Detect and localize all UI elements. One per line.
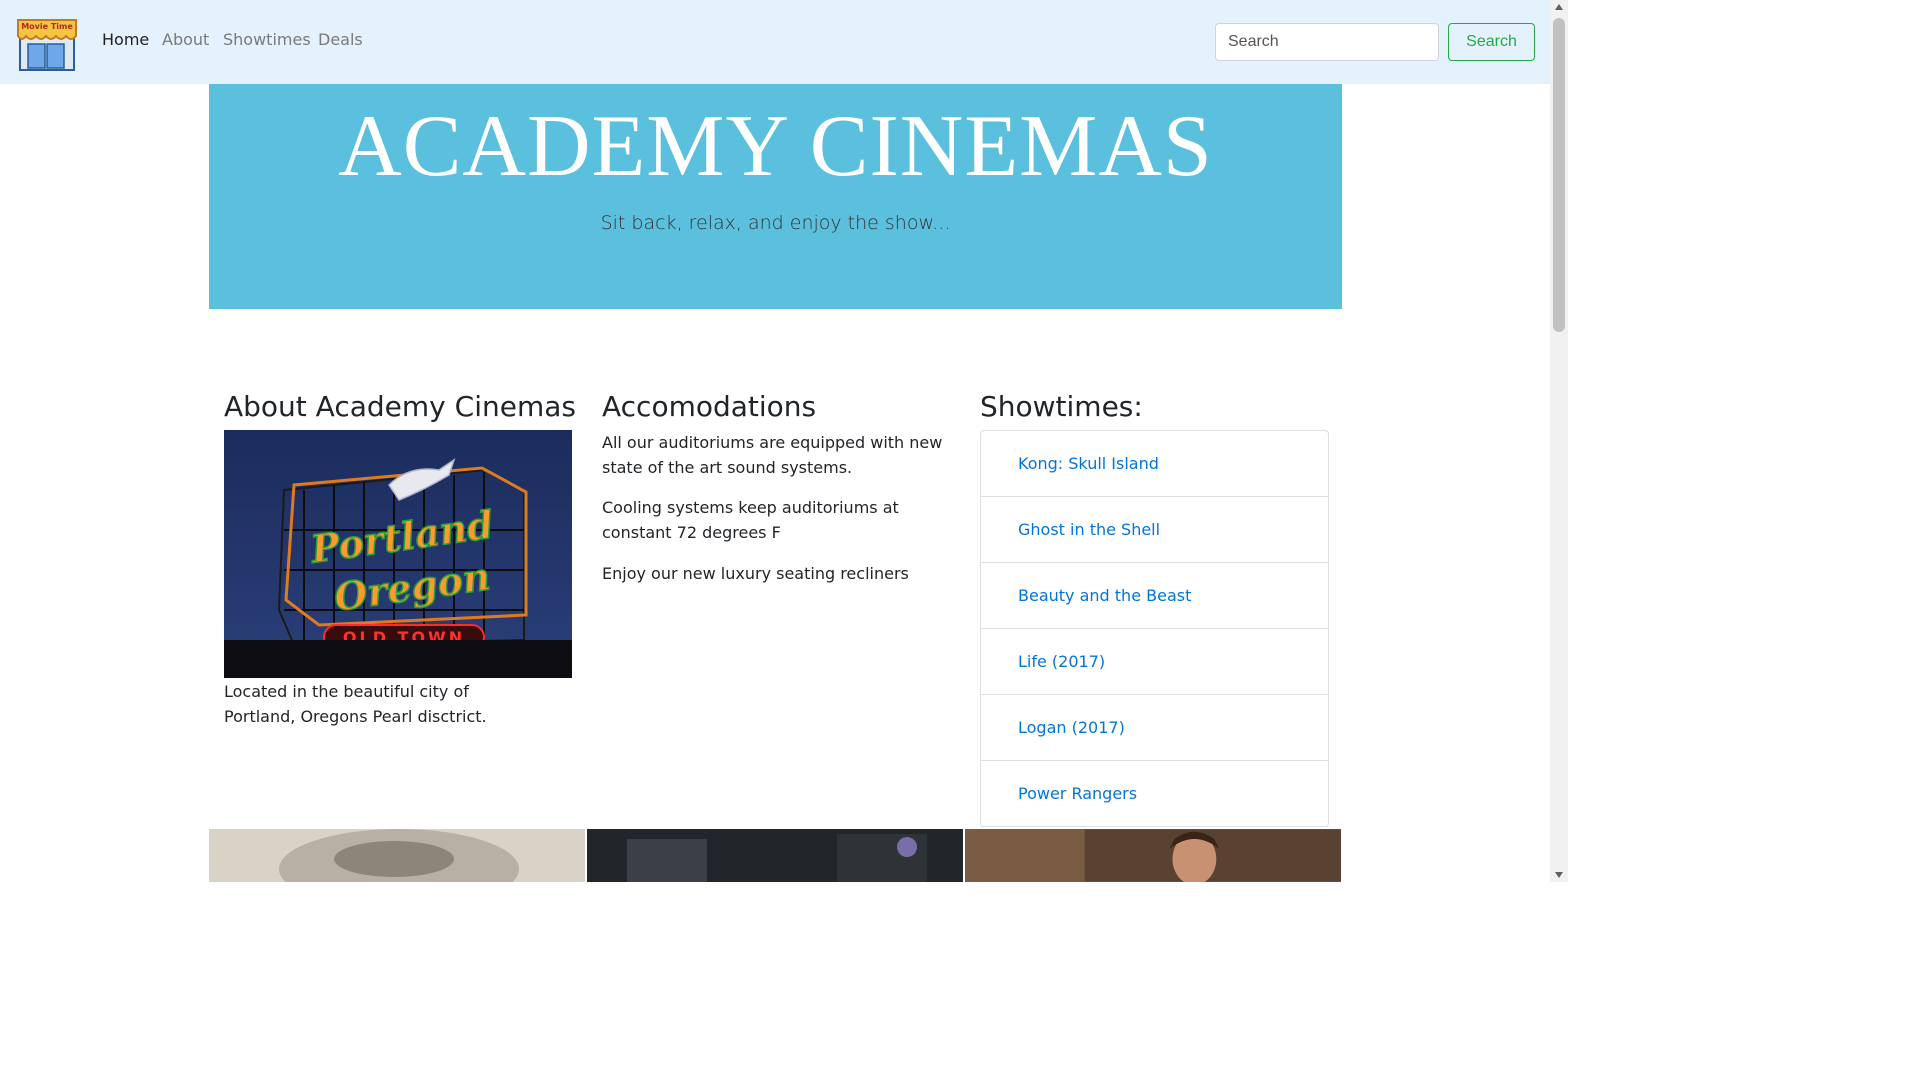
brand-logo-icon[interactable]: Movie Time <box>16 14 78 72</box>
accommodations-cooling-text: Cooling systems keep auditoriums at cons… <box>602 498 899 542</box>
movie-thumbnails-row <box>209 829 1342 882</box>
hero-subtitle: Sit back, relax, and enjoy the show... <box>600 211 951 234</box>
nav-showtimes-link[interactable]: Showtimes <box>223 30 311 49</box>
showtime-power-rangers-link[interactable]: Power Rangers <box>981 761 1328 827</box>
nav-deals-link[interactable]: Deals <box>318 30 363 49</box>
search-button[interactable]: Search <box>1448 23 1535 61</box>
page-scrollbar[interactable] <box>1550 0 1568 882</box>
portland-sign-image: Portland Oregon OLD TOWN <box>224 430 572 678</box>
showtime-logan-link[interactable]: Logan (2017) <box>981 695 1328 761</box>
movie-thumbnail-2[interactable] <box>587 829 963 882</box>
showtimes-list: Kong: Skull Island Ghost in the Shell Be… <box>980 430 1329 827</box>
nav-home-link[interactable]: Home <box>102 30 149 49</box>
movie-thumbnail-3[interactable] <box>965 829 1341 882</box>
movie-thumbnail-1[interactable] <box>209 829 585 882</box>
showtime-kong-link[interactable]: Kong: Skull Island <box>981 431 1328 497</box>
about-caption: Located in the beautiful city of Portlan… <box>224 682 487 726</box>
accommodations-sound-text: All our auditoriums are equipped with ne… <box>602 433 943 477</box>
showtimes-heading: Showtimes: <box>980 390 1143 423</box>
accommodations-seating-text: Enjoy our new luxury seating recliners <box>602 564 909 583</box>
scroll-thumb[interactable] <box>1553 18 1565 332</box>
showtime-life-link[interactable]: Life (2017) <box>981 629 1328 695</box>
accommodations-heading: Accomodations <box>602 390 817 423</box>
about-heading: About Academy Cinemas <box>224 390 576 423</box>
hero-banner: ACADEMY CINEMAS Sit back, relax, and enj… <box>209 84 1342 309</box>
svg-text:Movie Time: Movie Time <box>21 22 73 31</box>
scroll-up-arrow-icon[interactable] <box>1555 4 1563 10</box>
search-input[interactable] <box>1215 23 1439 61</box>
nav-about-link[interactable]: About <box>162 30 209 49</box>
navbar: Movie Time Home About Showtimes Deals Se… <box>0 0 1550 84</box>
showtime-beauty-and-the-beast-link[interactable]: Beauty and the Beast <box>981 563 1328 629</box>
showtime-ghost-in-the-shell-link[interactable]: Ghost in the Shell <box>981 497 1328 563</box>
hero-title: ACADEMY CINEMAS <box>338 98 1213 195</box>
scroll-down-arrow-icon[interactable] <box>1555 872 1563 878</box>
